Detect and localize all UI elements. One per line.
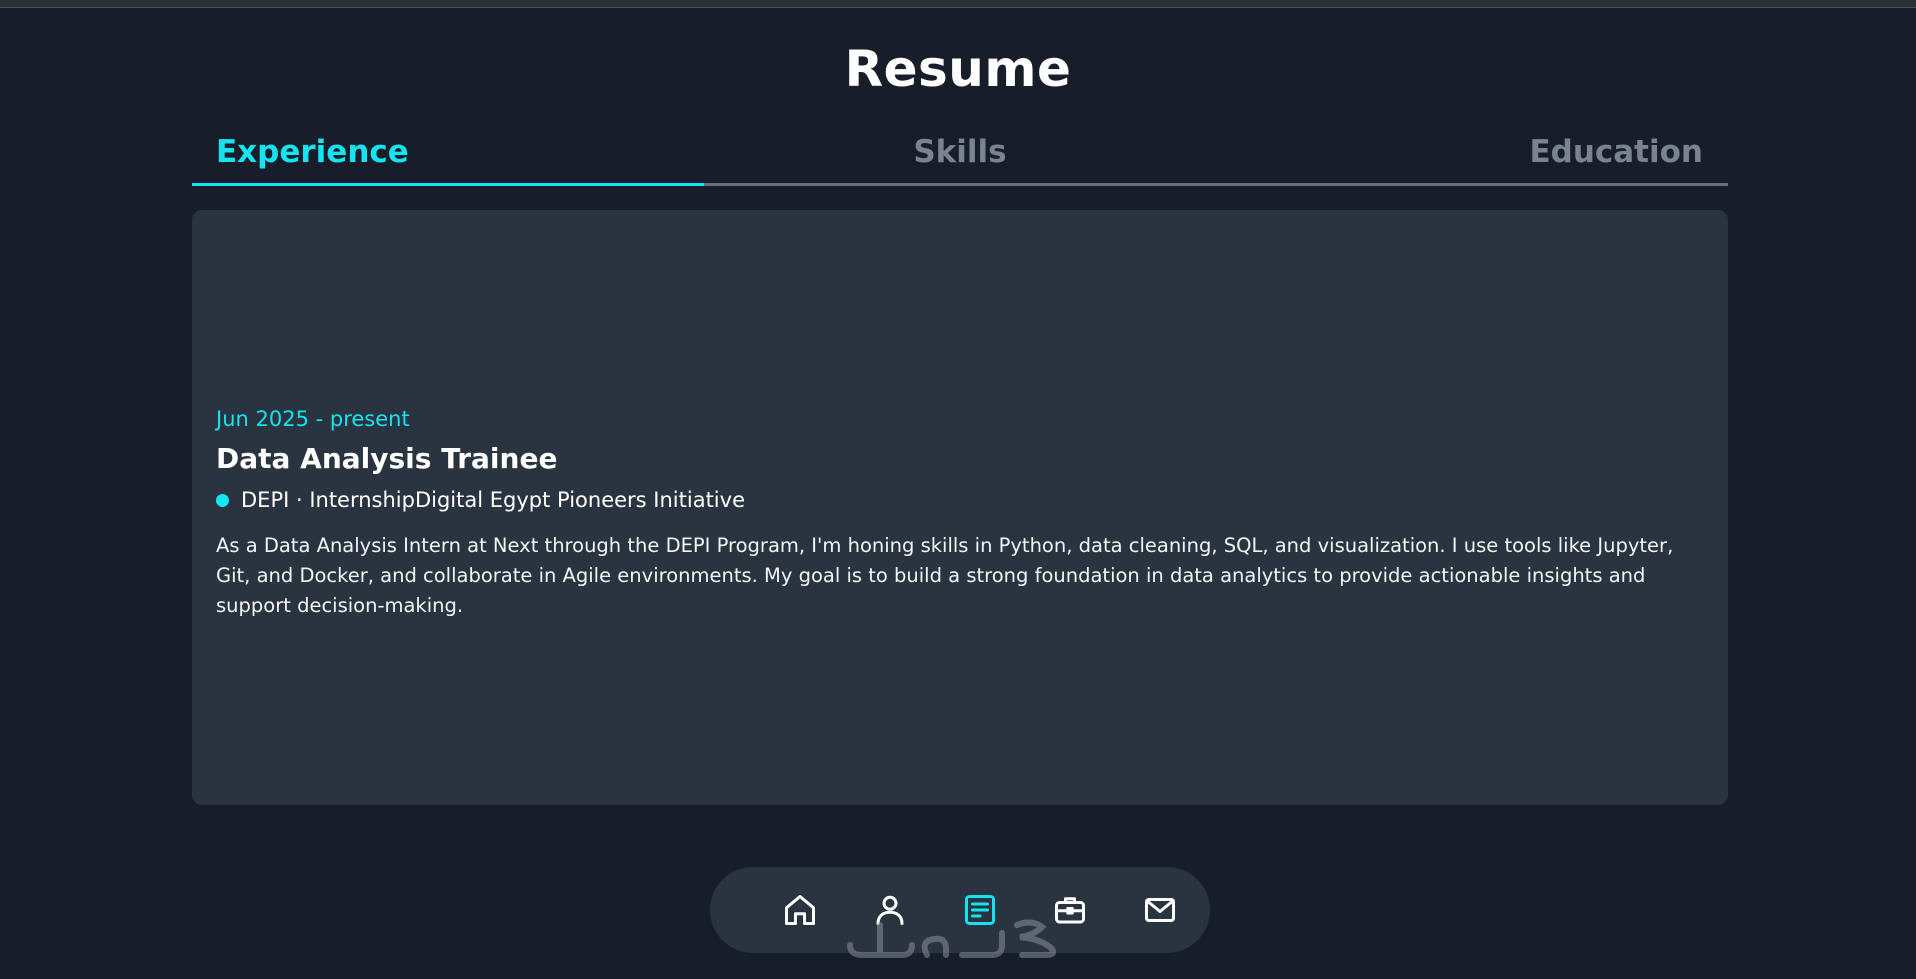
browser-top-bar bbox=[0, 0, 1916, 8]
tab-experience[interactable]: Experience bbox=[216, 130, 409, 174]
company-line: DEPI · InternshipDigital Egypt Pioneers … bbox=[216, 485, 1706, 515]
company-name: DEPI · InternshipDigital Egypt Pioneers … bbox=[241, 488, 745, 512]
nav-home-button[interactable] bbox=[779, 889, 821, 931]
job-title: Data Analysis Trainee bbox=[216, 442, 558, 475]
active-tab-indicator bbox=[192, 183, 704, 186]
watermark-logo bbox=[847, 919, 1057, 958]
experience-description: As a Data Analysis Intern at Next throug… bbox=[216, 534, 1674, 617]
tab-skills[interactable]: Skills bbox=[192, 130, 1728, 174]
mail-icon bbox=[1145, 898, 1175, 922]
experience-entry: Jun 2025 - present Data Analysis Trainee… bbox=[216, 405, 1706, 621]
page-title: Resume bbox=[844, 40, 1072, 98]
tab-education[interactable]: Education bbox=[1529, 130, 1703, 174]
bullet-dot-icon bbox=[216, 493, 229, 507]
experience-card: Jun 2025 - present Data Analysis Trainee… bbox=[192, 210, 1728, 805]
nav-contact-button[interactable] bbox=[1139, 889, 1181, 931]
resume-tabs: Skills Experience Education bbox=[192, 130, 1728, 186]
experience-date: Jun 2025 - present bbox=[216, 407, 410, 431]
home-icon bbox=[785, 895, 815, 925]
